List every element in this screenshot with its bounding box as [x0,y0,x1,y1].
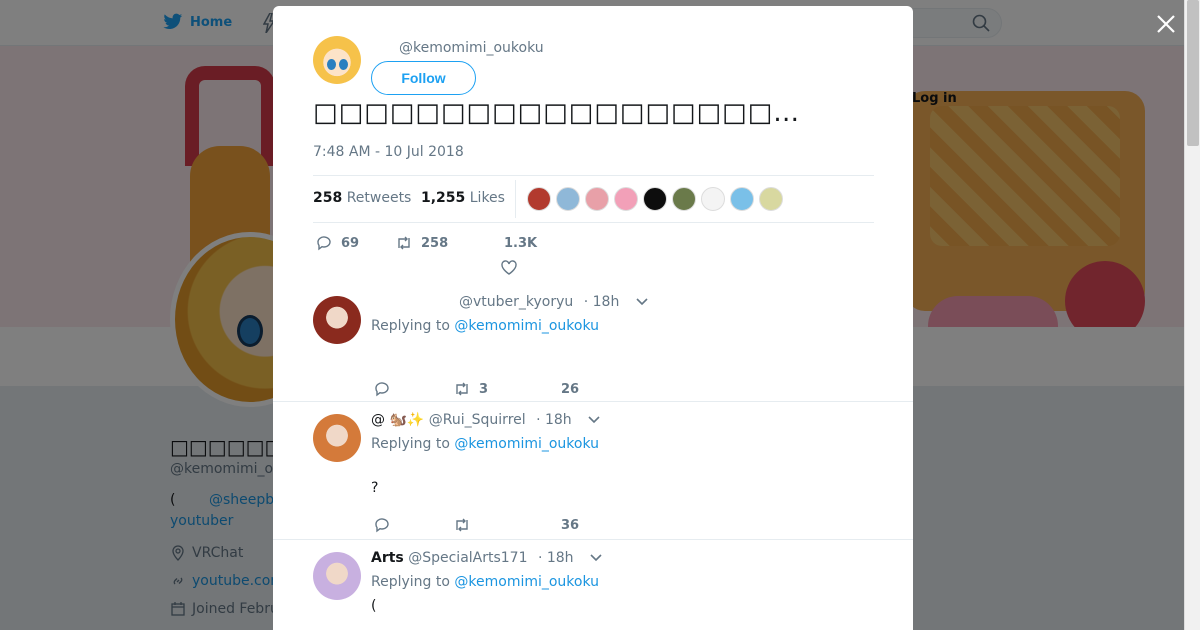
liker-avatar[interactable] [730,187,754,211]
reply-text: ? [371,480,379,496]
liker-avatar[interactable] [701,187,725,211]
reply-action[interactable] [373,516,391,534]
retweets-label: Retweets [346,190,412,206]
like-count: 26 [561,382,580,397]
like-action[interactable]: 36 [561,518,579,533]
close-icon[interactable] [1154,12,1178,36]
reply-tweet[interactable]: @vtuber_kyoryu · 18h Replying to @kemomi… [273,284,913,402]
reply-action[interactable] [373,380,391,398]
tweet-text: □□□□□□□□□□□□□□□□□□… [313,98,801,128]
tweet-stats: 258 Retweets 1,255 Likes [313,175,874,223]
tweet-timestamp[interactable]: 7:48 AM - 10 Jul 2018 [313,144,464,160]
reply-text: ( [371,598,377,614]
liker-avatar[interactable] [614,187,638,211]
reply-author-handle[interactable]: @SpecialArts171 [408,550,527,566]
tweet-modal: @kemomimi_oukoku Follow □□□□□□□□□□□□□□□□… [273,6,913,630]
reply-icon [317,236,331,251]
likes-count: 1,255 [421,190,466,206]
like-count-label: 1.3K [504,236,537,251]
retweet-icon [456,382,468,396]
liker-avatar[interactable] [643,187,667,211]
like-count: 1.3K [504,236,538,251]
reply-time[interactable]: · 18h [538,550,574,566]
chevron-down-icon[interactable] [590,554,602,562]
liker-avatar[interactable] [527,187,551,211]
liker-avatar[interactable] [585,187,609,211]
tweet-author-avatar[interactable] [313,36,361,84]
retweet-action[interactable]: 258 [395,234,448,252]
liker-avatar[interactable] [556,187,580,211]
likes-stat[interactable]: 1,255 Likes [421,190,505,206]
reply-author-handle[interactable]: @Rui_Squirrel [429,412,526,428]
chevron-down-icon[interactable] [588,416,600,424]
heart-icon[interactable] [500,259,518,277]
reply-author-handle[interactable]: @vtuber_kyoryu [459,294,573,310]
retweets-stat[interactable]: 258 Retweets [313,190,411,206]
reply-avatar[interactable] [313,414,361,462]
liker-avatar[interactable] [759,187,783,211]
reply-author-name[interactable]: Arts [371,550,404,566]
replying-mention[interactable]: @kemomimi_oukoku [454,318,599,334]
replying-prefix: Replying to [371,436,450,452]
reply-author-name[interactable]: @ 🐿️✨ [371,412,424,428]
likes-label: Likes [469,190,505,206]
page-scrollbar[interactable] [1184,0,1200,630]
chevron-down-icon[interactable] [636,298,648,306]
reply-icon [375,518,389,533]
stats-divider [515,180,516,218]
scrollbar-thumb[interactable] [1187,0,1199,146]
like-count: 36 [561,518,580,533]
reply-header: Arts @SpecialArts171 · 18h [371,550,602,566]
reply-tweet[interactable]: Arts @SpecialArts171 · 18h Replying to @… [273,540,913,630]
replying-mention[interactable]: @kemomimi_oukoku [454,574,599,590]
replying-to: Replying to @kemomimi_oukoku [371,436,599,452]
retweets-count: 258 [313,190,343,206]
reply-header: @vtuber_kyoryu · 18h [459,294,648,310]
replying-to: Replying to @kemomimi_oukoku [371,574,599,590]
liker-avatar[interactable] [672,187,696,211]
replying-mention[interactable]: @kemomimi_oukoku [454,436,599,452]
reply-time[interactable]: · 18h [584,294,620,310]
reply-time[interactable]: · 18h [536,412,572,428]
reply-avatar[interactable] [313,296,361,344]
replying-prefix: Replying to [371,574,450,590]
replying-to: Replying to @kemomimi_oukoku [371,318,599,334]
reply-icon [375,382,389,397]
retweet-count: 258 [421,235,449,251]
like-action[interactable]: 26 [561,382,579,397]
reply-action[interactable]: 69 [315,234,359,252]
retweet-icon [456,518,468,532]
tweet-author-handle[interactable]: @kemomimi_oukoku [399,40,544,56]
retweet-count: 3 [479,381,489,397]
reply-avatar[interactable] [313,552,361,600]
reply-count: 69 [341,235,360,251]
reply-header: @ 🐿️✨ @Rui_Squirrel · 18h [371,412,600,428]
retweet-action[interactable] [453,516,471,534]
retweet-action[interactable]: 3 [453,380,488,398]
replying-prefix: Replying to [371,318,450,334]
reply-tweet[interactable]: @ 🐿️✨ @Rui_Squirrel · 18h Replying to @k… [273,402,913,540]
retweet-icon [398,236,410,250]
follow-button[interactable]: Follow [371,61,476,95]
